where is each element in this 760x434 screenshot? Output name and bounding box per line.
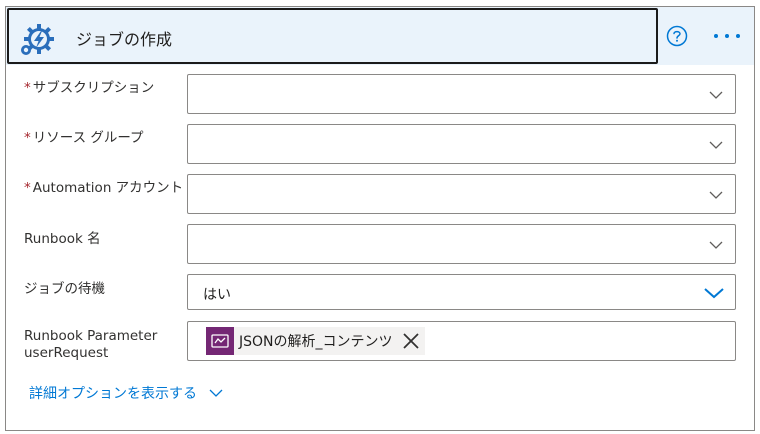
chevron-down-icon: [709, 91, 723, 99]
chevron-down-icon: [704, 288, 724, 299]
question-circle-icon[interactable]: [666, 25, 688, 47]
runbook-parameter-label: Runbook Parameter userRequest: [24, 328, 158, 361]
resource-group-dropdown[interactable]: [187, 124, 736, 164]
wait-for-job-value: はい: [203, 287, 231, 303]
required-marker: *: [24, 180, 31, 196]
create-job-card: ジョブの作成 * サブスクリプション * リソース グループ * Automation…: [5, 6, 755, 431]
automation-account-dropdown[interactable]: [187, 174, 736, 214]
header-title-box[interactable]: ジョブの作成: [7, 8, 658, 64]
subscription-label: * サブスクリプション: [24, 80, 155, 96]
automation-account-label: * Automation アカウント: [24, 180, 184, 196]
runbook-name-label: Runbook 名: [24, 231, 101, 247]
runbook-parameter-input[interactable]: JSONの解析_コンテンツ: [187, 321, 736, 361]
automation-gear-icon: [19, 20, 57, 58]
required-marker: *: [24, 130, 31, 146]
chevron-down-icon: [209, 389, 223, 397]
advanced-options-label: 詳細オプションを表示する: [29, 386, 197, 402]
wait-for-job-dropdown[interactable]: はい: [187, 274, 736, 310]
chevron-down-icon: [709, 241, 723, 249]
chevron-down-icon: [709, 191, 723, 199]
card-header: ジョブの作成: [6, 7, 754, 65]
runbook-name-dropdown[interactable]: [187, 224, 736, 264]
required-marker: *: [24, 80, 31, 96]
dynamic-content-token[interactable]: JSONの解析_コンテンツ: [206, 327, 425, 355]
json-parse-icon: [206, 327, 234, 355]
close-icon[interactable]: [401, 331, 421, 351]
wait-for-job-label: ジョブの待機: [24, 281, 105, 297]
resource-group-label: * リソース グループ: [24, 130, 144, 146]
ellipsis-icon[interactable]: [712, 25, 742, 47]
chevron-down-icon: [709, 141, 723, 149]
subscription-dropdown[interactable]: [187, 74, 736, 114]
token-label: JSONの解析_コンテンツ: [239, 334, 393, 350]
page-title: ジョブの作成: [76, 30, 173, 49]
show-advanced-options-link[interactable]: 詳細オプションを表示する: [29, 383, 223, 403]
